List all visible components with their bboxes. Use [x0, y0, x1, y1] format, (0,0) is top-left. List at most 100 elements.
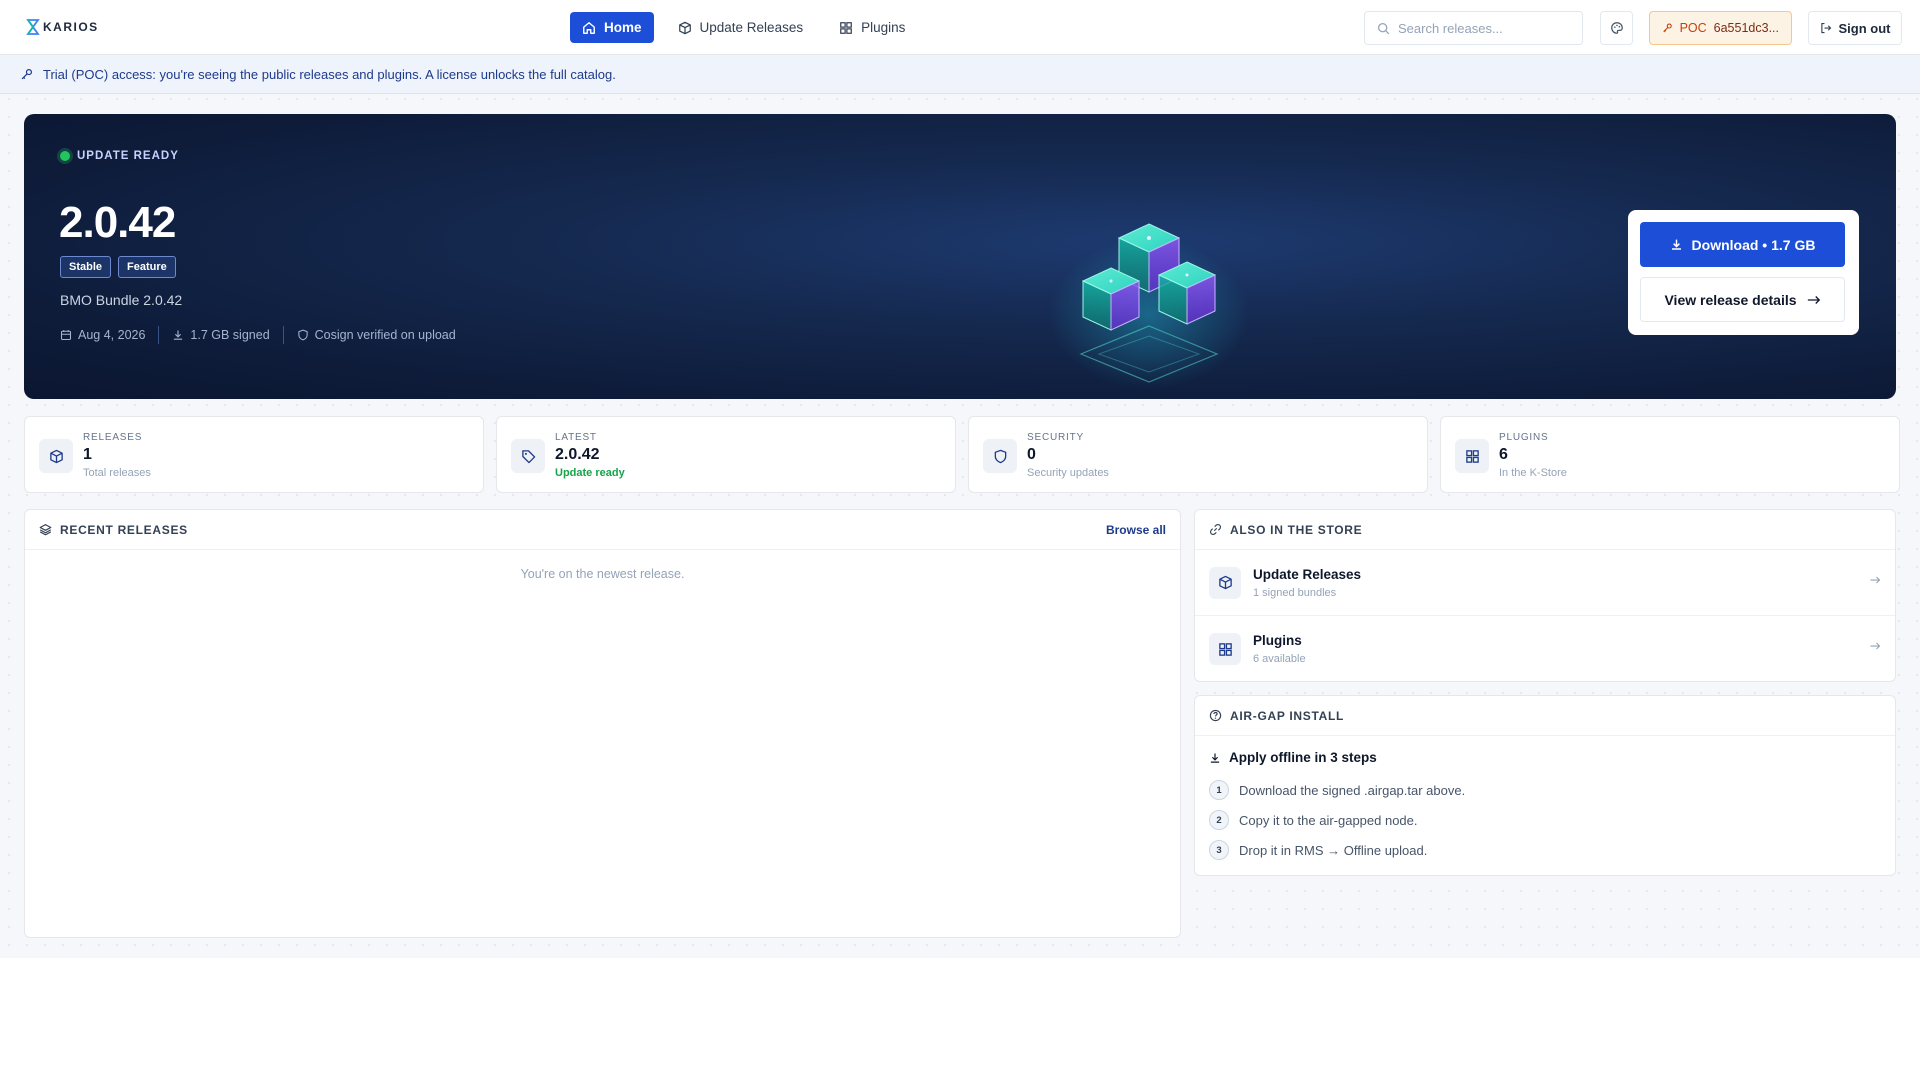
airgap-subtitle: Apply offline in 3 steps — [1209, 750, 1881, 765]
home-icon — [583, 21, 595, 34]
layers-icon — [39, 524, 52, 536]
view-release-details-label: View release details — [1664, 291, 1797, 308]
hero-update-card: UPDATE READY 2.0.42 Stable Feature BMO B… — [24, 114, 1896, 399]
search-icon — [1377, 22, 1390, 34]
stat-card-security[interactable]: SECURITY 0 Security updates — [968, 416, 1428, 493]
stat-value: 2.0.42 — [555, 446, 600, 463]
calendar-icon — [60, 330, 72, 341]
recent-releases-header: RECENT RELEASES Browse all — [25, 510, 1180, 550]
stat-value: 1 — [83, 446, 92, 463]
browse-all-link[interactable]: Browse all — [1106, 523, 1166, 537]
grid-icon — [1465, 449, 1479, 463]
recent-releases-title: RECENT RELEASES — [60, 522, 188, 537]
search-input[interactable] — [1398, 20, 1568, 36]
stat-icon-container — [1455, 439, 1489, 473]
top-bar: KARIOS Home Update Releases Plugins Sear… — [0, 0, 1920, 55]
stat-subtext: Security updates — [1027, 467, 1109, 479]
nav-plugins-label: Plugins — [861, 20, 906, 35]
grid-icon — [840, 21, 852, 34]
nav-update-releases[interactable]: Update Releases — [666, 12, 816, 43]
store-item-update-releases[interactable]: Update Releases 1 signed bundles — [1195, 550, 1895, 616]
meta-divider — [282, 326, 284, 344]
store-item-subtitle: 1 signed bundles — [1253, 586, 1337, 599]
poc-id: 6a551dc3... — [1713, 21, 1779, 35]
meta-divider — [158, 326, 160, 344]
trial-banner: Trial (POC) access: you're seeing the pu… — [0, 55, 1920, 94]
arrow-right-icon — [1870, 642, 1881, 650]
stat-card-latest[interactable]: LATEST 2.0.42 Update ready — [496, 416, 956, 493]
stats-row: RELEASES 1 Total releases LATEST 2.0.42 … — [24, 416, 1900, 493]
stat-card-releases[interactable]: RELEASES 1 Total releases — [24, 416, 484, 493]
sign-out-icon — [1820, 22, 1831, 34]
nav-home[interactable]: Home — [570, 12, 654, 43]
release-tags: Stable Feature — [60, 256, 176, 278]
airgap-title: AIR-GAP INSTALL — [1230, 708, 1345, 723]
stat-subtext: Update ready — [555, 467, 625, 479]
step-number: 3 — [1209, 840, 1229, 860]
arrow-right-icon — [1870, 576, 1881, 584]
stat-subtext: Total releases — [83, 467, 151, 479]
airgap-body: Apply offline in 3 steps 1 Download the … — [1195, 736, 1895, 879]
airgap-install-panel: AIR-GAP INSTALL Apply offline in 3 steps… — [1194, 695, 1896, 876]
release-size: 1.7 GB signed — [172, 328, 270, 342]
help-circle-icon — [1209, 709, 1222, 722]
tag-stable: Stable — [60, 256, 112, 278]
release-size-text: 1.7 GB signed — [190, 328, 270, 342]
stat-subtext: In the K-Store — [1499, 467, 1567, 479]
download-icon — [1671, 239, 1681, 250]
download-button[interactable]: Download • 1.7 GB — [1640, 222, 1845, 267]
store-icon-container — [1209, 566, 1241, 599]
store-item-text: Plugins 6 available — [1253, 633, 1306, 665]
stat-value: 6 — [1499, 446, 1508, 463]
grid-icon — [1218, 642, 1232, 656]
recent-releases-panel: RECENT RELEASES Browse all You're on the… — [24, 509, 1181, 938]
store-item-title: Plugins — [1253, 633, 1302, 648]
logo[interactable]: KARIOS — [26, 18, 99, 36]
cube-icon — [49, 449, 63, 463]
nav-home-label: Home — [604, 20, 642, 35]
arrow-right-icon — [1807, 295, 1820, 304]
poc-label: POC — [1679, 21, 1707, 35]
download-icon — [1210, 753, 1220, 763]
stat-label: RELEASES — [83, 432, 143, 443]
store-title: ALSO IN THE STORE — [1230, 522, 1363, 537]
step-number: 1 — [1209, 780, 1229, 800]
link-icon — [1209, 523, 1222, 536]
download-button-label: Download • 1.7 GB — [1691, 236, 1816, 253]
airgap-step: 2 Copy it to the air-gapped node. — [1209, 805, 1881, 835]
store-icon-container — [1209, 633, 1241, 665]
step-number: 2 — [1209, 810, 1229, 830]
stat-label: PLUGINS — [1499, 432, 1549, 443]
step-text: Drop it in RMS → Offline upload. — [1239, 842, 1428, 858]
release-date: Aug 4, 2026 — [60, 328, 145, 342]
store-item-title: Update Releases — [1253, 566, 1362, 582]
logo-text: KARIOS — [43, 20, 99, 34]
update-status: UPDATE READY — [60, 150, 179, 162]
store-panel: ALSO IN THE STORE Update Releases 1 sign… — [1194, 509, 1896, 682]
airgap-subtitle-text: Apply offline in 3 steps — [1229, 750, 1377, 765]
palette-icon — [1610, 22, 1623, 34]
poc-license-badge[interactable]: POC 6a551dc3... — [1649, 11, 1792, 45]
view-release-details-button[interactable]: View release details — [1640, 277, 1845, 322]
theme-toggle-button[interactable] — [1600, 11, 1633, 45]
store-item-text: Update Releases 1 signed bundles — [1253, 567, 1361, 599]
shield-icon — [297, 329, 308, 341]
sign-out-button[interactable]: Sign out — [1808, 11, 1902, 45]
cubes-illustration-icon — [1049, 223, 1249, 389]
search-box[interactable] — [1364, 11, 1583, 45]
stat-label: SECURITY — [1027, 432, 1084, 443]
stat-icon-container — [511, 439, 545, 473]
store-item-plugins[interactable]: Plugins 6 available — [1195, 616, 1895, 682]
shield-icon — [994, 449, 1006, 463]
tag-icon — [521, 449, 535, 463]
store-header: ALSO IN THE STORE — [1195, 510, 1895, 550]
download-icon — [174, 330, 183, 340]
nav-plugins[interactable]: Plugins — [827, 12, 917, 43]
karios-logo-icon — [26, 19, 40, 35]
stat-card-plugins[interactable]: PLUGINS 6 In the K-Store — [1440, 416, 1900, 493]
cube-icon — [1218, 575, 1232, 590]
trial-banner-text: Trial (POC) access: you're seeing the pu… — [43, 66, 616, 82]
airgap-header: AIR-GAP INSTALL — [1195, 696, 1895, 736]
download-actions: Download • 1.7 GB View release details — [1628, 210, 1859, 335]
cube-icon — [678, 21, 691, 34]
